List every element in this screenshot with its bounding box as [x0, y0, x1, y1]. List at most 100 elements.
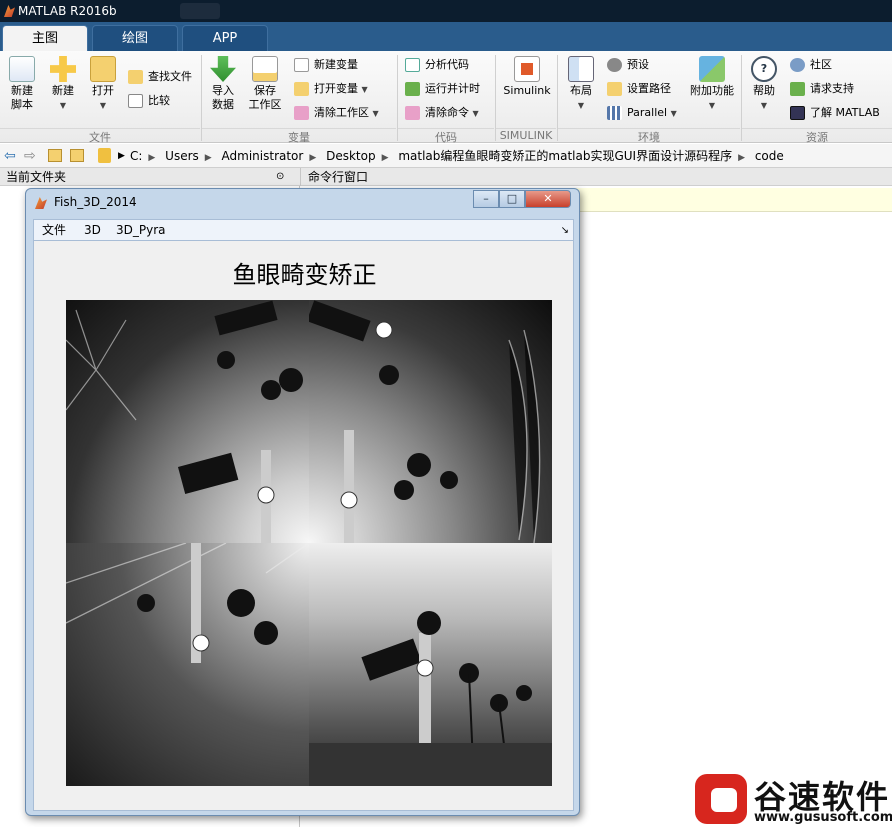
- ribbon-tab-strip: 主图 绘图 APP: [0, 22, 892, 51]
- matlab-logo-icon: [35, 197, 47, 209]
- close-button[interactable]: ✕: [525, 190, 571, 208]
- preferences-button[interactable]: 预设: [607, 56, 649, 74]
- tab-plots[interactable]: 绘图: [92, 25, 178, 51]
- dropdown-arrow-icon: ▼: [708, 101, 716, 110]
- menu-3d-pyra[interactable]: 3D_Pyra: [116, 220, 166, 241]
- save-workspace-icon: [252, 56, 278, 82]
- import-data-button[interactable]: 导入 数据: [206, 54, 240, 112]
- new-variable-button[interactable]: 新建变量: [294, 56, 358, 74]
- open-variable-button[interactable]: 打开变量 ▼: [294, 80, 368, 98]
- tab-apps[interactable]: APP: [182, 25, 268, 51]
- dropdown-arrow-icon: ▼: [99, 101, 107, 110]
- gear-icon: [607, 58, 622, 72]
- breadcrumb-item[interactable]: C:: [130, 149, 142, 163]
- compare-button[interactable]: 比较: [128, 92, 170, 110]
- open-variable-icon: [294, 82, 309, 96]
- breadcrumb-separator-icon: ▶: [118, 151, 125, 161]
- panel-menu-icon[interactable]: ⊙: [276, 168, 284, 186]
- open-button[interactable]: 打开 ▼: [86, 54, 120, 113]
- layout-button[interactable]: 布局 ▼: [564, 54, 598, 113]
- menu-3d[interactable]: 3D: [84, 220, 101, 241]
- learn-matlab-button[interactable]: 了解 MATLAB: [790, 104, 880, 122]
- eraser-icon: [405, 106, 420, 120]
- compare-icon: [128, 94, 143, 108]
- breadcrumb-separator-icon: ▶: [381, 153, 389, 163]
- dropdown-arrow-icon: ▼: [361, 85, 368, 94]
- group-label-code: 代码: [398, 128, 494, 144]
- dropdown-arrow-icon: ▼: [670, 109, 677, 118]
- community-button[interactable]: 社区: [790, 56, 832, 74]
- run-and-time-button[interactable]: 运行并计时: [405, 80, 480, 98]
- figure-canvas: 鱼眼畸变矫正: [33, 241, 574, 811]
- request-support-button[interactable]: 请求支持: [790, 80, 854, 98]
- help-icon: ?: [751, 56, 777, 82]
- command-window-header: 命令行窗口: [308, 170, 369, 184]
- new-script-button[interactable]: 新建 脚本: [4, 54, 40, 112]
- fisheye-quadrant-image: [66, 300, 309, 543]
- add-ons-cubes-icon: [699, 56, 725, 82]
- panel-headers: 当前文件夹 ⊙ 命令行窗口: [0, 168, 892, 186]
- figure-title: Fish_3D_2014: [54, 195, 137, 209]
- simulink-button[interactable]: Simulink: [502, 54, 552, 98]
- back-arrow-icon[interactable]: ⇦: [4, 144, 16, 168]
- fisheye-image-display: [66, 300, 552, 786]
- dropdown-arrow-icon: ▼: [372, 109, 379, 118]
- forward-arrow-icon[interactable]: ⇨: [24, 144, 36, 168]
- community-icon: [790, 58, 805, 72]
- plus-icon: [50, 56, 76, 82]
- fisheye-quadrant-image: [309, 543, 552, 786]
- find-files-button[interactable]: 查找文件: [128, 68, 192, 86]
- browse-folder-icon[interactable]: [70, 149, 84, 162]
- menu-overflow-icon[interactable]: ↘: [561, 220, 569, 241]
- parallel-button[interactable]: Parallel ▼: [607, 104, 677, 122]
- find-folder-icon: [128, 70, 143, 84]
- new-variable-icon: [294, 58, 309, 72]
- breadcrumb-item[interactable]: Administrator: [222, 149, 304, 163]
- breadcrumb-item[interactable]: code: [755, 149, 784, 163]
- set-path-button[interactable]: 设置路径: [607, 80, 671, 98]
- address-bar: ⇦ ⇨ ▶ C: ▶ Users ▶ Administrator ▶ Desktop ▶…: [0, 144, 892, 168]
- watermark-logo: 谷速软件 www.gususoft.com: [692, 772, 892, 827]
- figure-window: Fish_3D_2014 – □ ✕ 文件 3D 3D_Pyra ↘ 鱼眼畸变矫…: [25, 188, 580, 816]
- matlab-logo-icon: [4, 5, 15, 17]
- add-ons-button[interactable]: 附加功能 ▼: [686, 54, 738, 113]
- breadcrumb-item[interactable]: Desktop: [326, 149, 376, 163]
- menu-file[interactable]: 文件: [42, 220, 66, 241]
- ribbon-toolbar: 新建 脚本 新建 ▼ 打开 ▼ 查找文件 比较 文件 导入 数据 保存 工作区 新建…: [0, 51, 892, 144]
- breadcrumb-separator-icon: ▶: [738, 153, 745, 163]
- help-button[interactable]: ? 帮助 ▼: [748, 54, 780, 113]
- analyze-code-button[interactable]: 分析代码: [405, 56, 469, 74]
- layout-icon: [568, 56, 594, 82]
- brand-logo-icon: [695, 774, 747, 824]
- eraser-icon: [294, 106, 309, 120]
- minimize-button[interactable]: –: [473, 190, 499, 208]
- breadcrumb-item[interactable]: Users: [165, 149, 199, 163]
- fisheye-quadrant-image: [66, 543, 309, 786]
- up-folder-icon[interactable]: [48, 149, 62, 162]
- app-title: MATLAB R2016b: [18, 4, 117, 18]
- panel-divider: [300, 168, 301, 186]
- set-path-icon: [607, 82, 622, 96]
- dropdown-arrow-icon: ▼: [577, 101, 585, 110]
- breadcrumb-separator-icon: ▶: [309, 153, 317, 163]
- folder-icon: [90, 56, 116, 82]
- clear-workspace-button[interactable]: 清除工作区 ▼: [294, 104, 379, 122]
- current-folder-header: 当前文件夹: [6, 170, 67, 184]
- new-button[interactable]: 新建 ▼: [46, 54, 80, 113]
- breadcrumb-separator-icon: ▶: [148, 153, 156, 163]
- fisheye-quadrant-image: [309, 300, 552, 543]
- analyze-icon: [405, 58, 420, 72]
- group-label-environment: 环境: [558, 128, 740, 144]
- group-label-resources: 资源: [742, 128, 892, 144]
- maximize-button[interactable]: □: [499, 190, 525, 208]
- save-workspace-button[interactable]: 保存 工作区: [246, 54, 284, 112]
- simulink-icon: [514, 56, 540, 82]
- dropdown-arrow-icon: ▼: [760, 101, 768, 110]
- blurred-region: [180, 3, 220, 19]
- group-label-file: 文件: [0, 128, 200, 144]
- breadcrumb-item[interactable]: matlab编程鱼眼畸变矫正的matlab实现GUI界面设计源码程序: [398, 149, 732, 163]
- clear-commands-button[interactable]: 清除命令 ▼: [405, 104, 479, 122]
- tab-home[interactable]: 主图: [2, 25, 88, 51]
- learn-icon: [790, 106, 805, 120]
- group-label-variable: 变量: [202, 128, 396, 144]
